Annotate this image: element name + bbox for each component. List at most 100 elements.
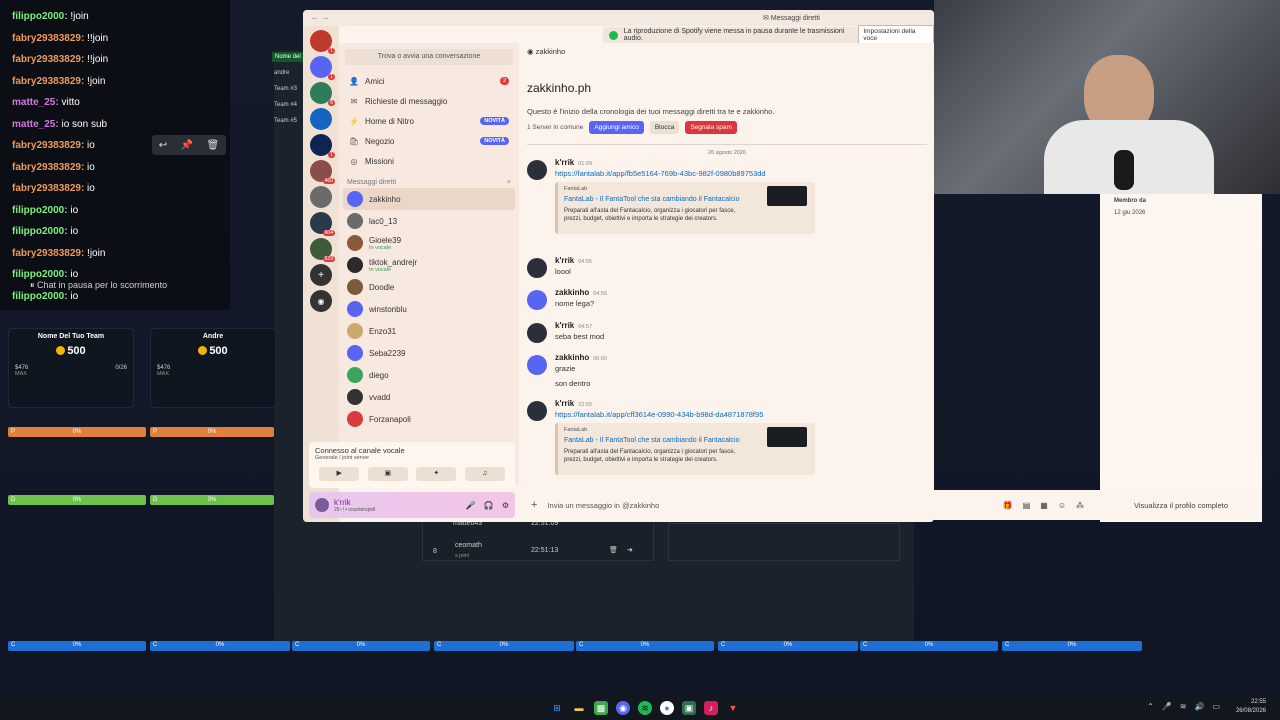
nav-item[interactable]: ◎ Missioni <box>339 151 519 171</box>
dm-item[interactable]: Doodle <box>339 276 519 298</box>
chat-message[interactable]: fabry29383829: io <box>12 178 218 200</box>
file-explorer-icon[interactable]: ▬ <box>572 701 586 715</box>
message[interactable]: k'rrik 01:09 https://fantalab.it/app/fb5e5… <box>527 158 927 234</box>
server-icon[interactable] <box>310 108 332 130</box>
add-server-icon[interactable]: + <box>310 264 332 286</box>
emoji-icon[interactable]: ☺ <box>1058 501 1066 510</box>
voice-settings-button[interactable]: Impostazioni della voce <box>858 25 934 45</box>
nav-item[interactable]: 🛍 Negozio NOVITÀ <box>339 131 519 151</box>
dm-item[interactable]: zakkinho <box>343 188 515 210</box>
chat-message[interactable]: fabry29383829: !!join <box>12 49 218 71</box>
discover-icon[interactable]: ◉ <box>310 290 332 312</box>
message-author[interactable]: k'rrik <box>555 256 574 265</box>
apps-icon[interactable]: ⁂ <box>1076 501 1084 510</box>
attach-plus-icon[interactable]: + <box>531 499 537 511</box>
avatar[interactable] <box>527 258 547 278</box>
dm-item[interactable]: tiktok_andrejr In vocale <box>339 254 519 276</box>
gif-icon[interactable]: ▤ <box>1023 501 1031 510</box>
add-friend-button[interactable]: Aggiungi amico <box>589 121 644 134</box>
screenshare-icon[interactable]: ▣ <box>367 467 408 481</box>
embed-thumbnail[interactable] <box>767 427 807 447</box>
windows-start-icon[interactable]: ⊞ <box>550 701 564 715</box>
server-folder[interactable]: 604 <box>310 212 335 236</box>
message-input[interactable]: Invia un messaggio in @zakkinho <box>547 501 987 510</box>
embed-thumbnail[interactable] <box>767 186 807 206</box>
server-icon[interactable]: 1 <box>310 134 335 158</box>
dm-item[interactable]: Gioele39 In vocale <box>339 232 519 254</box>
wifi-icon[interactable]: ≋ <box>1180 702 1187 711</box>
dm-item[interactable]: diego <box>339 364 519 386</box>
app-icon[interactable]: ▣ <box>682 701 696 715</box>
avatar[interactable] <box>527 401 547 421</box>
brave-icon[interactable]: ▼ <box>726 701 740 715</box>
mic-icon[interactable]: 🎤 <box>1162 702 1172 711</box>
message[interactable]: zakkinho 04:56 nome lega? <box>527 288 927 310</box>
message-author[interactable]: k'rrik <box>555 158 574 167</box>
activities-icon[interactable]: ✦ <box>416 467 457 481</box>
avatar[interactable] <box>527 160 547 180</box>
headphones-icon[interactable]: 🎧 <box>484 501 494 510</box>
chat-message[interactable]: filippo2000: io <box>12 200 218 222</box>
chat-username[interactable]: fabry29383829: <box>12 54 84 65</box>
nav-item[interactable]: 👤 Amici 2 <box>339 71 519 91</box>
chat-paused-notice[interactable]: ⏸ Chat in pausa per lo scorrimento <box>30 280 167 291</box>
avatar[interactable] <box>527 290 547 310</box>
spotify-icon[interactable]: ≋ <box>638 701 652 715</box>
server-folder[interactable] <box>310 186 332 208</box>
message-author[interactable]: k'rrik <box>555 399 574 408</box>
chrome-icon[interactable]: ● <box>660 701 674 715</box>
server-folder[interactable]: 460 <box>310 160 335 184</box>
view-full-profile-button[interactable]: Visualizza il profilo completo <box>1100 501 1262 510</box>
dm-item[interactable]: Forzanapoli <box>339 408 519 430</box>
chat-username[interactable]: fabry29383829: <box>12 33 84 44</box>
block-button[interactable]: Blocca <box>649 121 680 134</box>
dm-item[interactable]: Enzo31 <box>339 320 519 342</box>
add-dm-icon[interactable]: + <box>507 179 511 186</box>
clock[interactable]: 22:55 26/08/2026 <box>1236 698 1266 716</box>
chat-message[interactable]: filippo2000: io <box>12 221 218 243</box>
sticker-icon[interactable]: ▦ <box>1040 501 1048 510</box>
message[interactable]: k'rrik 22:55 https://fantalab.it/app/cff36… <box>527 399 927 475</box>
volume-icon[interactable]: 🔊 <box>1194 702 1204 711</box>
server-icon[interactable]: 6 <box>310 82 335 106</box>
dm-item[interactable]: vvadd <box>339 386 519 408</box>
gift-icon[interactable]: 🎁 <box>1003 501 1013 510</box>
dm-item[interactable]: winstonblu <box>339 298 519 320</box>
avatar[interactable] <box>315 498 329 512</box>
chat-message[interactable]: fabry29383829: io <box>12 157 218 179</box>
dm-item[interactable]: Seba2239 <box>339 342 519 364</box>
nav-item[interactable]: ⚡ Home di Nitro NOVITÀ <box>339 111 519 131</box>
chat-username[interactable]: filippo2000: <box>12 205 68 216</box>
chat-message[interactable]: fabry29383829: !join <box>12 71 218 93</box>
avatar[interactable] <box>527 355 547 375</box>
pin-icon[interactable]: 📌 <box>181 140 193 151</box>
message[interactable]: zakkinho 06:00 grazie son dentro <box>527 353 927 388</box>
chat-message[interactable]: matte_25: io son sub <box>12 114 218 136</box>
chat-message[interactable]: fabry29383829: !join <box>12 243 218 265</box>
delete-icon[interactable]: 🗑 <box>207 140 220 151</box>
minecraft-icon[interactable]: ▩ <box>594 701 608 715</box>
avatar[interactable] <box>527 323 547 343</box>
chat-username[interactable]: fabry29383829: <box>12 183 84 194</box>
chat-username[interactable]: filippo2000: <box>12 226 68 237</box>
mutual-servers[interactable]: 1 Server in comune <box>527 124 583 131</box>
discord-icon[interactable]: ◉ <box>616 701 630 715</box>
server-folder[interactable]: 629 <box>310 238 335 262</box>
mic-icon[interactable]: 🎤 <box>466 501 476 510</box>
battery-icon[interactable]: ▭ <box>1212 702 1220 711</box>
message-author[interactable]: zakkinho <box>555 353 589 362</box>
chat-username[interactable]: fabry29383829: <box>12 140 84 151</box>
message-author[interactable]: zakkinho <box>555 288 589 297</box>
discord-home-icon[interactable]: 1 <box>310 56 335 80</box>
chat-username[interactable]: fabry29383829: <box>12 162 84 173</box>
chevron-up-icon[interactable]: ⌃ <box>1147 702 1154 711</box>
report-spam-button[interactable]: Segnala spam <box>685 121 737 134</box>
chat-username[interactable]: filippo2000: <box>12 291 68 302</box>
chat-username[interactable]: fabry29383829: <box>12 248 84 259</box>
chat-username[interactable]: matte_25: <box>12 119 59 130</box>
message[interactable]: k'rrik 04:55 loool <box>527 256 927 278</box>
reply-icon[interactable]: ↩ <box>159 140 167 151</box>
message-link[interactable]: https://fantalab.it/app/cff3614e-0990-43… <box>555 410 927 419</box>
tiktok-icon[interactable]: ♪ <box>704 701 718 715</box>
chat-message[interactable]: matte_25: vitto <box>12 92 218 114</box>
